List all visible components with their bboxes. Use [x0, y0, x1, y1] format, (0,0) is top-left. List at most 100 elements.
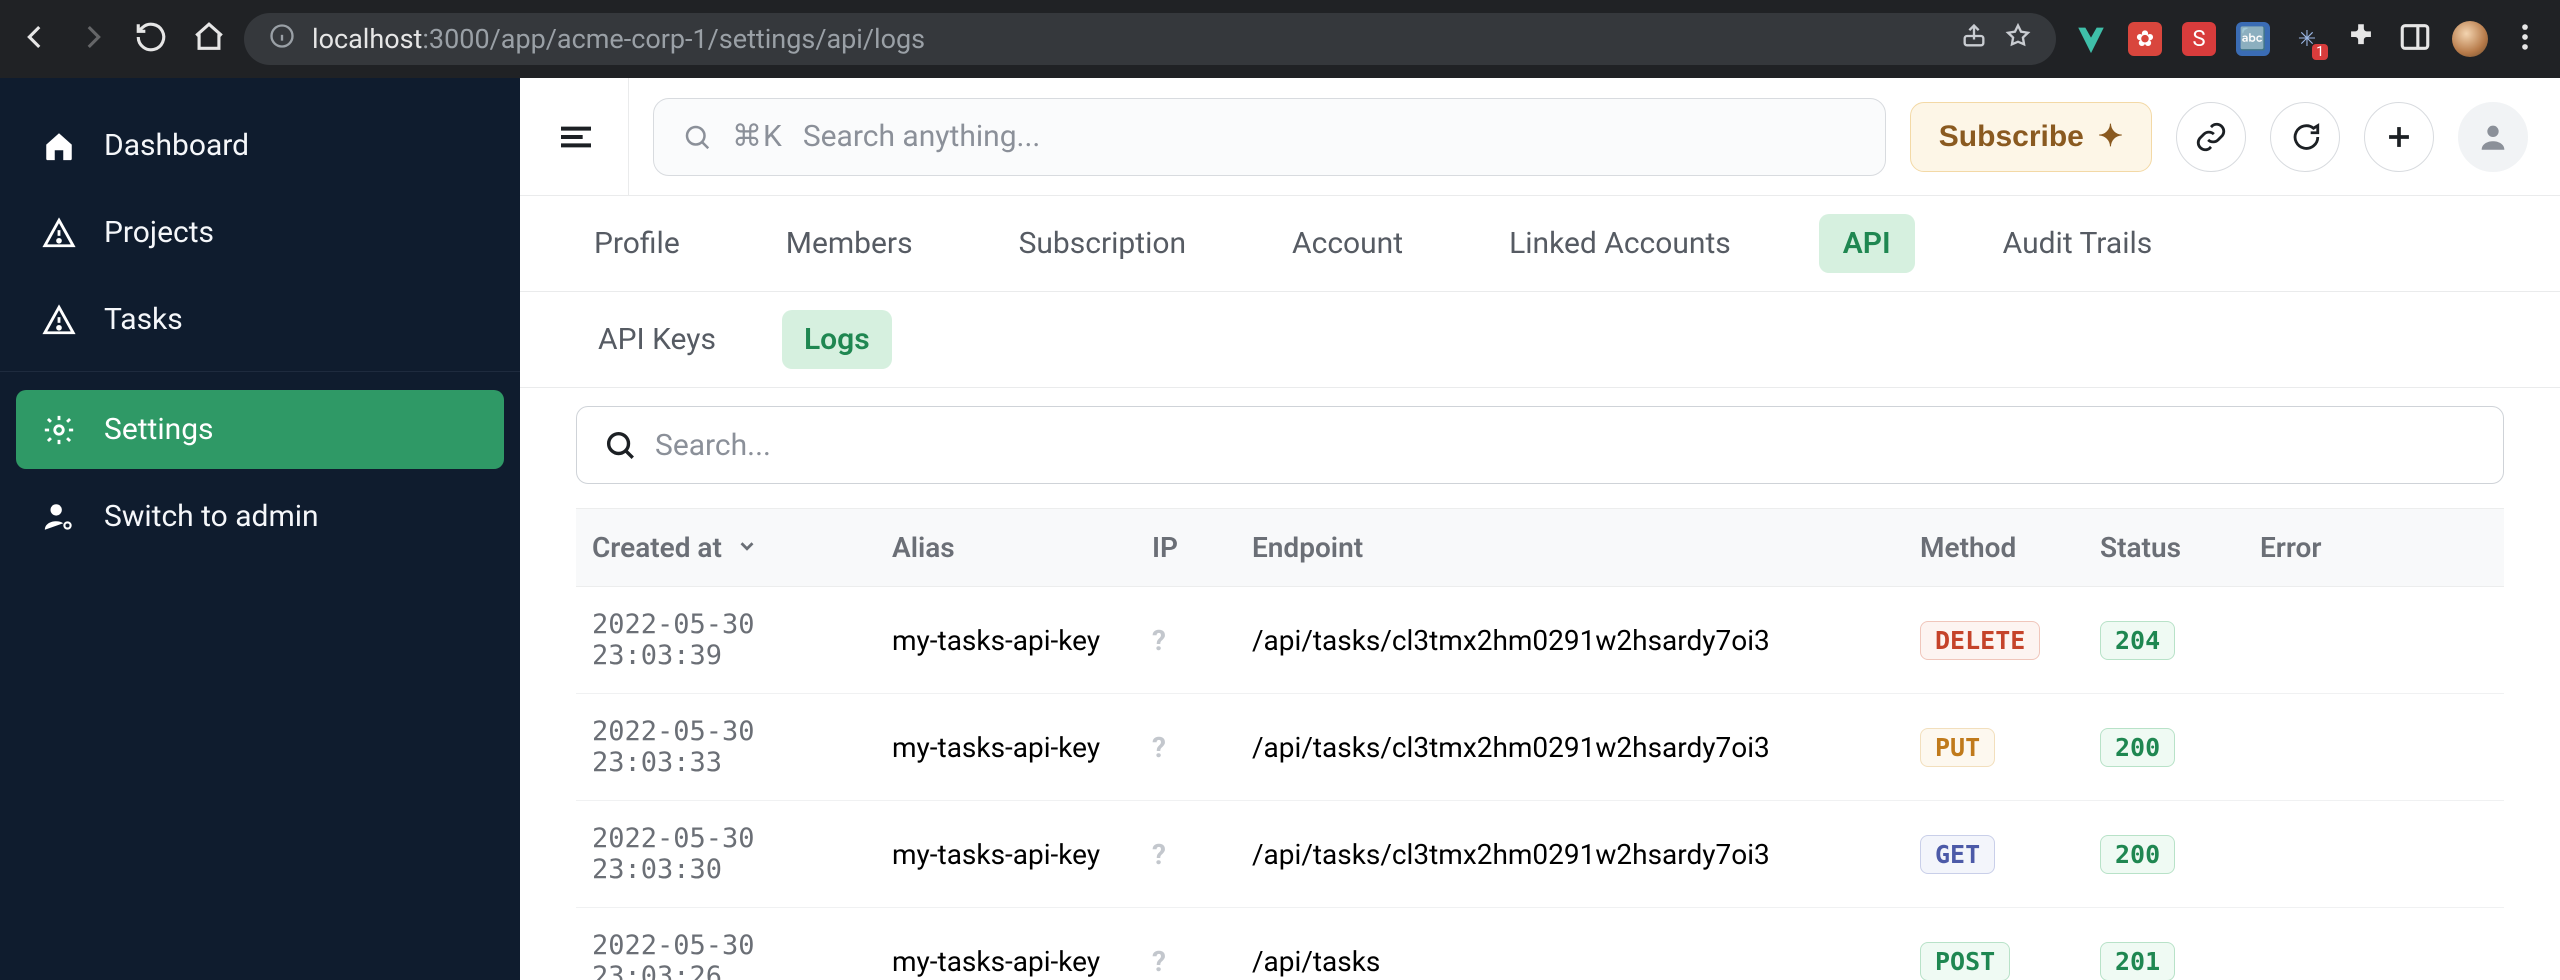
browser-extensions: ✿ S 🔤 ✳ 1 — [2074, 20, 2542, 58]
status-chip: 201 — [2100, 942, 2175, 980]
tab-linked-accounts[interactable]: Linked Accounts — [1491, 214, 1749, 273]
cell-alias: my-tasks-api-key — [876, 694, 1136, 801]
sidebar-item-dashboard[interactable]: Dashboard — [16, 106, 504, 185]
logs-search-placeholder: Search... — [655, 428, 771, 463]
cell-ip: ? — [1136, 801, 1236, 908]
cell-alias: my-tasks-api-key — [876, 801, 1136, 908]
vue-devtools-icon[interactable] — [2074, 22, 2108, 56]
column-header-ip[interactable]: IP — [1136, 509, 1236, 587]
tab-profile[interactable]: Profile — [576, 214, 698, 273]
search-icon — [682, 122, 712, 152]
chat-icon — [2288, 120, 2322, 154]
table-row[interactable]: 2022-05-30 23:03:39my-tasks-api-key?/api… — [576, 587, 2504, 694]
link-icon — [2194, 120, 2228, 154]
site-info-icon[interactable] — [268, 22, 296, 57]
extension-badge: 1 — [2312, 44, 2328, 60]
kebab-menu-icon[interactable] — [2508, 20, 2542, 58]
tab-members[interactable]: Members — [768, 214, 931, 273]
reload-icon[interactable] — [134, 20, 168, 58]
global-search-input[interactable]: ⌘K Search anything... — [653, 98, 1886, 176]
subtab-logs[interactable]: Logs — [782, 310, 892, 369]
status-chip: 204 — [2100, 621, 2175, 660]
sidebar-item-settings[interactable]: Settings — [16, 390, 504, 469]
cell-created: 2022-05-30 23:03:30 — [576, 801, 876, 908]
app-header: ⌘K Search anything... Subscribe ✦ — [520, 78, 2560, 196]
forward-icon[interactable] — [76, 20, 110, 58]
plus-icon — [2382, 120, 2416, 154]
table-row[interactable]: 2022-05-30 23:03:26my-tasks-api-key?/api… — [576, 908, 2504, 980]
warning-icon — [42, 216, 76, 250]
method-chip: GET — [1920, 835, 1995, 874]
status-chip: 200 — [2100, 728, 2175, 767]
url-text: localhost:3000/app/acme-corp-1/settings/… — [312, 23, 925, 55]
cell-method: POST — [1904, 908, 2084, 980]
browser-nav-buttons — [18, 20, 226, 58]
cell-error — [2244, 587, 2504, 694]
column-header-created-at[interactable]: Created at — [576, 509, 876, 587]
user-gear-icon — [42, 500, 76, 534]
cell-error — [2244, 694, 2504, 801]
cell-status: 204 — [2084, 587, 2244, 694]
tab-audit-trails[interactable]: Audit Trails — [1985, 214, 2171, 273]
toggle-sidebar-button[interactable] — [552, 78, 629, 195]
menu-icon — [556, 117, 596, 157]
star-icon[interactable] — [2004, 22, 2032, 57]
extensions-menu-icon[interactable] — [2344, 20, 2378, 58]
sidebar-item-label: Projects — [104, 215, 214, 250]
cell-error — [2244, 801, 2504, 908]
cell-endpoint: /api/tasks/cl3tmx2hm0291w2hsardy7oi3 — [1236, 801, 1904, 908]
column-header-error[interactable]: Error — [2244, 509, 2504, 587]
cell-created: 2022-05-30 23:03:26 — [576, 908, 876, 980]
sidepanel-icon[interactable] — [2398, 20, 2432, 58]
warning-icon — [42, 303, 76, 337]
sort-desc-icon — [736, 531, 758, 564]
settings-tabs: Profile Members Subscription Account Linked … — [520, 196, 2560, 292]
tab-account[interactable]: Account — [1274, 214, 1421, 273]
cell-error — [2244, 908, 2504, 980]
translate-icon[interactable]: 🔤 — [2236, 22, 2270, 56]
user-menu-button[interactable] — [2458, 102, 2528, 172]
extension-spark-icon[interactable]: ✳ 1 — [2290, 22, 2324, 56]
column-header-status[interactable]: Status — [2084, 509, 2244, 587]
column-header-endpoint[interactable]: Endpoint — [1236, 509, 1904, 587]
cell-endpoint: /api/tasks/cl3tmx2hm0291w2hsardy7oi3 — [1236, 587, 1904, 694]
status-chip: 200 — [2100, 835, 2175, 874]
main-content: ⌘K Search anything... Subscribe ✦ Profil… — [520, 78, 2560, 980]
cell-alias: my-tasks-api-key — [876, 908, 1136, 980]
add-button[interactable] — [2364, 102, 2434, 172]
search-shortcut: ⌘K — [732, 119, 783, 154]
sidebar-item-label: Switch to admin — [104, 499, 319, 534]
cell-ip: ? — [1136, 908, 1236, 980]
logs-search-input[interactable]: Search... — [576, 406, 2504, 484]
cell-created: 2022-05-30 23:03:39 — [576, 587, 876, 694]
table-row[interactable]: 2022-05-30 23:03:33my-tasks-api-key?/api… — [576, 694, 2504, 801]
sidebar-item-tasks[interactable]: Tasks — [16, 280, 504, 359]
tab-subscription[interactable]: Subscription — [1001, 214, 1204, 273]
profile-avatar[interactable] — [2452, 21, 2488, 57]
back-icon[interactable] — [18, 20, 52, 58]
sidebar-item-projects[interactable]: Projects — [16, 193, 504, 272]
sidebar-item-label: Dashboard — [104, 128, 249, 163]
share-icon[interactable] — [1960, 22, 1988, 57]
column-header-method[interactable]: Method — [1904, 509, 2084, 587]
feedback-button[interactable] — [2270, 102, 2340, 172]
cell-ip: ? — [1136, 587, 1236, 694]
copy-link-button[interactable] — [2176, 102, 2246, 172]
sidebar-divider — [0, 371, 520, 372]
address-bar[interactable]: localhost:3000/app/acme-corp-1/settings/… — [244, 13, 2056, 65]
home-icon[interactable] — [192, 20, 226, 58]
subtab-api-keys[interactable]: API Keys — [576, 310, 738, 369]
method-chip: DELETE — [1920, 621, 2040, 660]
api-subtabs: API Keys Logs — [520, 292, 2560, 388]
tab-api[interactable]: API — [1819, 214, 1915, 273]
extension-s-icon[interactable]: S — [2182, 22, 2216, 56]
extension-red-icon[interactable]: ✿ — [2128, 22, 2162, 56]
subscribe-button[interactable]: Subscribe ✦ — [1910, 102, 2152, 172]
sidebar-item-switch-admin[interactable]: Switch to admin — [16, 477, 504, 556]
user-icon — [2476, 120, 2510, 154]
search-placeholder: Search anything... — [803, 119, 1040, 154]
cell-status: 200 — [2084, 801, 2244, 908]
column-header-alias[interactable]: Alias — [876, 509, 1136, 587]
cell-method: GET — [1904, 801, 2084, 908]
table-row[interactable]: 2022-05-30 23:03:30my-tasks-api-key?/api… — [576, 801, 2504, 908]
